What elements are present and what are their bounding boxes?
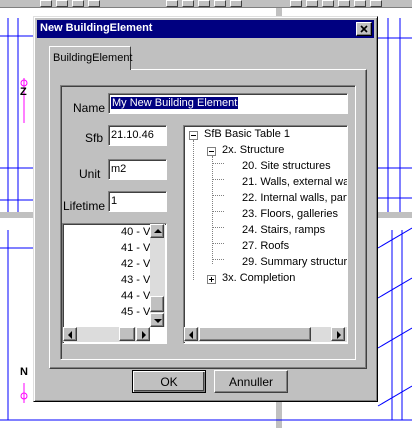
list-item[interactable]: 40 - V	[121, 226, 150, 238]
sfb-value: 21.10.46	[111, 129, 154, 141]
scroll-left-button[interactable]	[184, 327, 198, 341]
tree-item[interactable]: 29. Summary structure	[242, 256, 347, 268]
tree-group-completion[interactable]: 3x. Completion	[222, 272, 295, 284]
list-item[interactable]: 44 - V	[121, 290, 150, 302]
arrow-right-icon	[337, 331, 341, 339]
arrow-up-icon	[154, 229, 162, 233]
lifetime-value: 1	[111, 195, 118, 207]
scroll-right-button[interactable]	[136, 327, 150, 341]
scroll-left-button[interactable]	[63, 327, 77, 341]
toolbar-button[interactable]	[370, 0, 382, 7]
list-item[interactable]: 45 - V	[121, 306, 150, 318]
tree-item[interactable]: 24. Stairs, ramps	[242, 224, 325, 236]
tree-line	[212, 211, 224, 212]
sfb-field[interactable]: 21.10.46	[108, 125, 167, 146]
arrow-right-icon	[142, 331, 146, 339]
arrow-left-icon	[68, 331, 72, 339]
unit-value: m2	[111, 163, 127, 175]
cancel-button[interactable]: Annuller	[214, 370, 288, 393]
tree-line	[212, 179, 224, 180]
collapse-icon[interactable]	[207, 147, 216, 156]
tree-line	[193, 140, 194, 280]
arrow-left-icon	[189, 331, 193, 339]
toolbar-button[interactable]	[182, 0, 194, 7]
unit-field[interactable]: m2	[108, 159, 167, 180]
toolbar-button[interactable]	[166, 0, 178, 7]
tab-label: BuildingElement	[53, 52, 133, 64]
tree-group-structure[interactable]: 2x. Structure	[222, 144, 284, 156]
scroll-thumb[interactable]	[199, 327, 311, 341]
tree-line	[212, 243, 224, 244]
scroll-down-button[interactable]	[150, 313, 164, 327]
dialog-title: New BuildingElement	[40, 22, 153, 34]
collapse-icon[interactable]	[189, 131, 198, 140]
lifetime-field[interactable]: 1	[108, 191, 167, 212]
toolbar-button[interactable]	[88, 0, 100, 7]
toolbar-button[interactable]	[214, 0, 226, 7]
axis-label: Z	[20, 86, 27, 98]
toolbar-button[interactable]	[306, 0, 318, 7]
tab-building-element[interactable]: BuildingElement	[49, 46, 133, 70]
tree-line	[212, 156, 213, 264]
tree-item[interactable]: 21. Walls, external wa	[242, 176, 347, 188]
lifetime-list[interactable]: 40 - V 41 - V 42 - V 43 - V 44 - V 45 - …	[62, 223, 167, 344]
toolbar-button[interactable]	[40, 0, 52, 7]
close-button[interactable]	[356, 22, 372, 36]
unit-label: Unit	[79, 167, 101, 181]
name-field[interactable]: My New Building Element	[108, 93, 348, 114]
cancel-label: Annuller	[228, 375, 274, 389]
new-building-element-dialog: New BuildingElement BuildingElement Name…	[33, 16, 378, 402]
close-icon	[360, 25, 368, 33]
toolbar-button[interactable]	[72, 0, 84, 7]
tree-line	[212, 227, 224, 228]
toolbar-button[interactable]	[198, 0, 210, 7]
toolbar-button[interactable]	[56, 0, 68, 7]
sfb-tree[interactable]: SfB Basic Table 1 2x. Structure 20. Site…	[183, 125, 348, 344]
sfb-label: Sfb	[85, 131, 104, 145]
dialog-titlebar[interactable]: New BuildingElement	[37, 20, 374, 38]
tree-item[interactable]: 20. Site structures	[242, 160, 331, 172]
north-label: N	[20, 366, 28, 378]
arrow-down-icon	[154, 319, 162, 323]
tree-line	[212, 163, 224, 164]
ok-button[interactable]: OK	[132, 370, 206, 393]
tree-item[interactable]: 27. Roofs	[242, 240, 289, 252]
toolbar-button[interactable]	[230, 0, 242, 7]
toolbar-button[interactable]	[354, 0, 366, 7]
toolbar-button[interactable]	[290, 0, 302, 7]
scroll-right-button[interactable]	[331, 327, 345, 341]
list-item[interactable]: 41 - V	[121, 242, 150, 254]
tree-line	[212, 195, 224, 196]
name-value: My New Building Element	[111, 97, 239, 109]
expand-icon[interactable]	[207, 275, 216, 284]
list-item[interactable]: 42 - V	[121, 258, 150, 270]
tree-item[interactable]: 23. Floors, galleries	[242, 208, 338, 220]
list-item[interactable]: 43 - V	[121, 274, 150, 286]
scroll-thumb[interactable]	[150, 296, 164, 312]
ok-label: OK	[160, 375, 178, 389]
toolbar-button[interactable]	[322, 0, 334, 7]
scroll-up-button[interactable]	[150, 224, 164, 238]
tree-item[interactable]: 22. Internal walls, part	[242, 192, 347, 204]
tree-root[interactable]: SfB Basic Table 1	[204, 128, 290, 140]
lifetime-label: Lifetime	[63, 199, 106, 213]
toolbar-button[interactable]	[338, 0, 350, 7]
tree-line	[212, 259, 224, 260]
name-label: Name	[73, 101, 106, 115]
scroll-thumb[interactable]	[119, 327, 135, 341]
